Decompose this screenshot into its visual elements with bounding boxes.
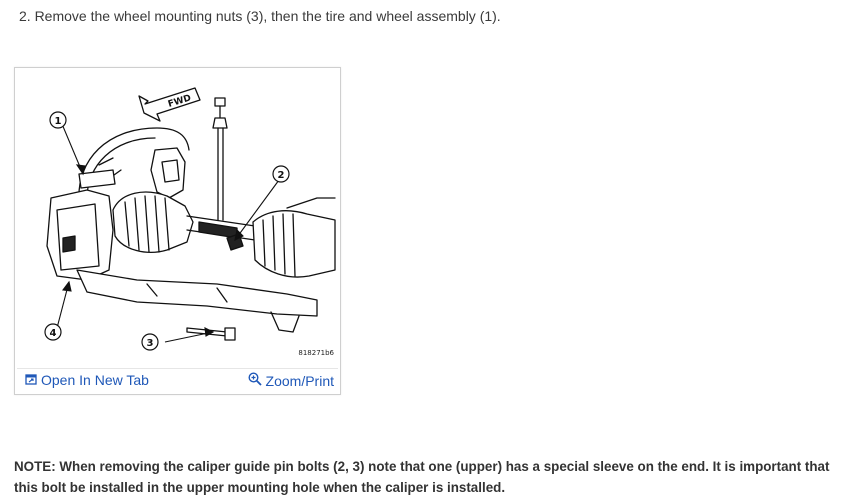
callout-2-label: 2 [278,170,285,181]
step-instruction: 2. Remove the wheel mounting nuts (3), t… [19,8,501,24]
open-new-tab-icon [25,372,37,388]
note-text: NOTE: When removing the caliper guide pi… [14,459,830,495]
zoom-in-icon [248,372,262,389]
brake-assembly-illustration: 1 2 3 4 FWD 818271b6 [17,70,338,369]
figure-container: 1 2 3 4 FWD 818271b6 Open In New Tab Zoo… [14,67,341,395]
callout-1-label: 1 [55,116,62,127]
illustration-svg: 1 2 3 4 FWD [44,87,336,351]
open-in-new-tab-label: Open In New Tab [41,372,149,388]
figure-id: 818271b6 [298,349,334,357]
figure-links: Open In New Tab Zoom/Print [15,368,340,394]
zoom-print-label: Zoom/Print [265,372,334,389]
callout-4-label: 4 [50,328,57,339]
callout-3-label: 3 [147,338,154,349]
zoom-print-link[interactable]: Zoom/Print [248,372,334,389]
open-in-new-tab-link[interactable]: Open In New Tab [25,372,149,388]
